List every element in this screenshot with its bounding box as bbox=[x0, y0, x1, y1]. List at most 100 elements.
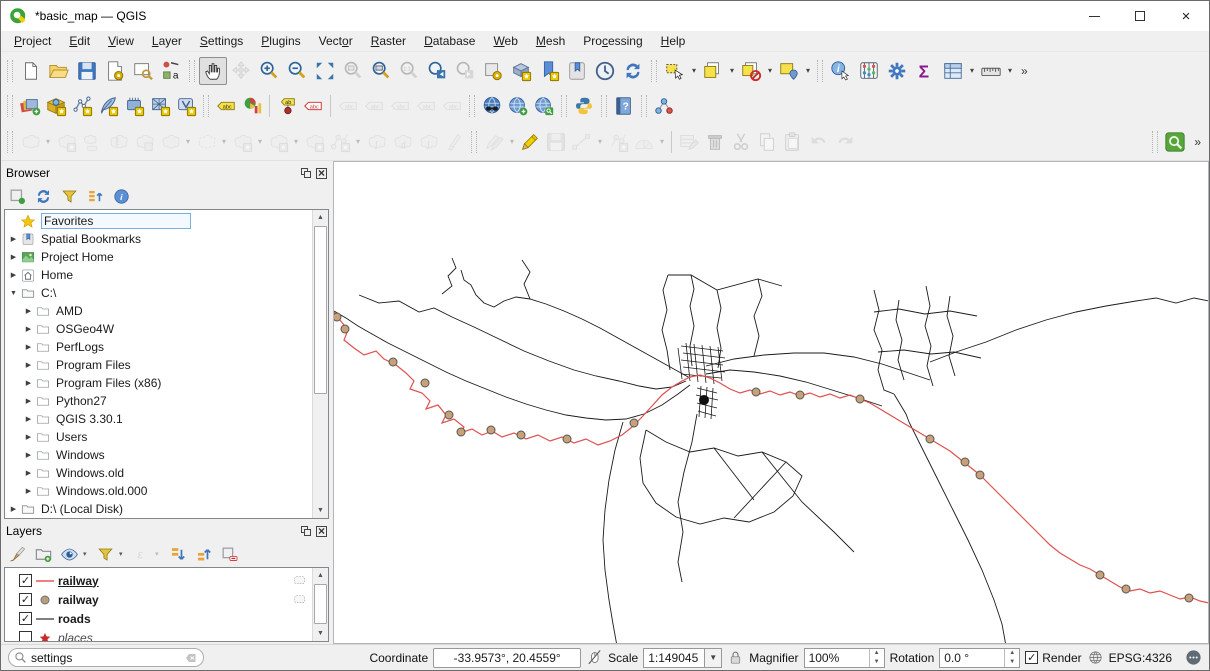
collapse-all-button[interactable] bbox=[191, 542, 215, 566]
show-layout-manager-button[interactable] bbox=[129, 57, 157, 85]
temporal-controller-button[interactable] bbox=[591, 57, 619, 85]
fill-ring-dropdown-icon[interactable]: ▾ bbox=[291, 137, 301, 146]
simplify-feature-dropdown-icon[interactable]: ▾ bbox=[219, 137, 229, 146]
layers-close-button[interactable]: × bbox=[316, 526, 327, 537]
add-web-service-layer-button[interactable] bbox=[505, 93, 531, 119]
browser-float-button[interactable] bbox=[301, 168, 311, 178]
delete-ring-button[interactable] bbox=[301, 129, 327, 155]
new-3d-map-view-button[interactable] bbox=[507, 57, 535, 85]
menu-vector[interactable]: Vector bbox=[310, 31, 362, 51]
cut-features-button[interactable] bbox=[728, 129, 754, 155]
deselect-features-button[interactable] bbox=[737, 57, 765, 85]
help-contents-button[interactable]: ? bbox=[611, 93, 637, 119]
browser-item-perflogs[interactable]: ▶PerfLogs bbox=[5, 338, 311, 356]
layer-visibility-checkbox[interactable]: ✓ bbox=[19, 593, 32, 606]
expander-icon[interactable]: ▶ bbox=[22, 307, 35, 315]
locator-search-button[interactable] bbox=[1162, 129, 1188, 155]
menu-database[interactable]: Database bbox=[415, 31, 484, 51]
measure-line-dropdown-icon[interactable]: ▾ bbox=[1005, 66, 1015, 75]
redo-button[interactable] bbox=[832, 129, 858, 155]
expander-icon[interactable]: ▶ bbox=[22, 433, 35, 441]
rotate-label-button[interactable]: abc bbox=[413, 93, 439, 119]
expand-all-button[interactable] bbox=[165, 542, 189, 566]
new-spatialite-layer-button[interactable] bbox=[95, 93, 121, 119]
add-ring-button[interactable] bbox=[229, 129, 255, 155]
scale-dropdown-icon[interactable]: ▼ bbox=[705, 648, 722, 668]
processing-toolbox-button[interactable] bbox=[883, 57, 911, 85]
browser-item-users[interactable]: ▶Users bbox=[5, 428, 311, 446]
layer-row-roads-line-gray[interactable]: ✓roads bbox=[5, 609, 311, 628]
style-manager-button[interactable]: a bbox=[157, 57, 185, 85]
zoom-to-layer-button[interactable] bbox=[367, 57, 395, 85]
layer-visibility-checkbox[interactable]: ✓ bbox=[19, 612, 32, 625]
toggle-editing-button[interactable] bbox=[517, 129, 543, 155]
toggle-extents-mouse-icon[interactable] bbox=[586, 649, 603, 666]
open-layer-styling-button[interactable] bbox=[5, 542, 29, 566]
zoom-out-button[interactable] bbox=[283, 57, 311, 85]
expander-icon[interactable]: ▶ bbox=[22, 451, 35, 459]
spin-down-icon[interactable]: ▼ bbox=[1005, 658, 1019, 667]
current-edits-button[interactable] bbox=[17, 129, 43, 155]
browser-item-windows[interactable]: ▶Windows bbox=[5, 446, 311, 464]
vertex-marker-settings-button[interactable] bbox=[327, 129, 353, 155]
new-mesh-layer-button[interactable] bbox=[147, 93, 173, 119]
collapse-all-browser-button[interactable] bbox=[83, 184, 107, 208]
advanced-digitizing-dropdown-icon[interactable]: ▾ bbox=[657, 137, 667, 146]
menu-project[interactable]: Project bbox=[5, 31, 60, 51]
split-features-button[interactable] bbox=[79, 129, 105, 155]
attribute-table-dropdown-icon[interactable]: ▾ bbox=[967, 66, 977, 75]
digitize-with-segment-button[interactable] bbox=[569, 129, 595, 155]
metasearch-button[interactable] bbox=[479, 93, 505, 119]
render-checkbox[interactable]: ✓ bbox=[1025, 651, 1038, 664]
manage-map-themes-dropdown-icon[interactable]: ▾ bbox=[83, 550, 91, 558]
pan-to-selection-button[interactable] bbox=[227, 57, 255, 85]
reshape-features-button[interactable] bbox=[131, 129, 157, 155]
memory-layer-indicator-icon[interactable] bbox=[291, 593, 308, 606]
browser-item-spatial-bookmarks[interactable]: ▶Spatial Bookmarks bbox=[5, 230, 311, 248]
browser-item-program-files-x86[interactable]: ▶Program Files (x86) bbox=[5, 374, 311, 392]
menu-mesh[interactable]: Mesh bbox=[527, 31, 574, 51]
menu-layer[interactable]: Layer bbox=[143, 31, 191, 51]
spin-up-icon[interactable]: ▲ bbox=[1005, 649, 1019, 658]
multi-edit-dropdown-icon[interactable]: ▾ bbox=[507, 137, 517, 146]
select-features-by-value-button[interactable] bbox=[699, 57, 727, 85]
zoom-last-button[interactable] bbox=[423, 57, 451, 85]
expander-icon[interactable]: ▼ bbox=[7, 290, 20, 297]
messages-bubble-icon[interactable] bbox=[1185, 649, 1202, 666]
new-shapefile-layer-button[interactable] bbox=[69, 93, 95, 119]
scroll-down-arrow-icon[interactable]: ▼ bbox=[313, 626, 328, 641]
digitize-with-segment-dropdown-icon[interactable]: ▾ bbox=[595, 137, 605, 146]
filter-browser-button[interactable] bbox=[57, 184, 81, 208]
maximize-button[interactable] bbox=[1117, 1, 1163, 31]
vertex-tool-button[interactable] bbox=[605, 129, 631, 155]
layer-row-railway-point-tan[interactable]: ✓railway bbox=[5, 590, 311, 609]
new-geopackage-layer-button[interactable] bbox=[43, 93, 69, 119]
layer-row-railway-line-red[interactable]: ✓railway bbox=[5, 571, 311, 590]
browser-scrollbar[interactable]: ▲ ▼ bbox=[312, 210, 328, 518]
offset-curve-button[interactable] bbox=[157, 129, 183, 155]
zoom-in-button[interactable] bbox=[255, 57, 283, 85]
menu-edit[interactable]: Edit bbox=[60, 31, 99, 51]
remove-layer-button[interactable] bbox=[217, 542, 241, 566]
menu-settings[interactable]: Settings bbox=[191, 31, 252, 51]
select-features-dropdown-icon[interactable]: ▾ bbox=[689, 66, 699, 75]
filter-by-expression-button[interactable]: ε bbox=[129, 542, 153, 566]
new-map-view-button[interactable] bbox=[479, 57, 507, 85]
zoom-native-resolution-button[interactable]: 1:1 bbox=[395, 57, 423, 85]
coordinate-input[interactable]: -33.9573°, 20.4559° bbox=[433, 648, 581, 668]
layer-labeling-options-button[interactable]: abc bbox=[213, 93, 239, 119]
add-selected-layers-button[interactable] bbox=[5, 184, 29, 208]
browser-item-windows-old-000[interactable]: ▶Windows.old.000 bbox=[5, 482, 311, 500]
expander-icon[interactable]: ▶ bbox=[22, 415, 35, 423]
new-temporary-scratch-layer-button[interactable] bbox=[121, 93, 147, 119]
multi-edit-button[interactable] bbox=[481, 129, 507, 155]
layers-scrollbar[interactable]: ▲ ▼ bbox=[312, 568, 328, 641]
open-data-source-manager-button[interactable] bbox=[17, 93, 43, 119]
measure-line-button[interactable] bbox=[977, 57, 1005, 85]
identify-features-button[interactable]: i bbox=[827, 57, 855, 85]
zoom-next-button[interactable] bbox=[451, 57, 479, 85]
layer-visibility-checkbox[interactable]: ✓ bbox=[19, 574, 32, 587]
menu-plugins[interactable]: Plugins bbox=[252, 31, 309, 51]
layer-visibility-checkbox[interactable] bbox=[19, 631, 32, 641]
zoom-to-selection-button[interactable] bbox=[339, 57, 367, 85]
